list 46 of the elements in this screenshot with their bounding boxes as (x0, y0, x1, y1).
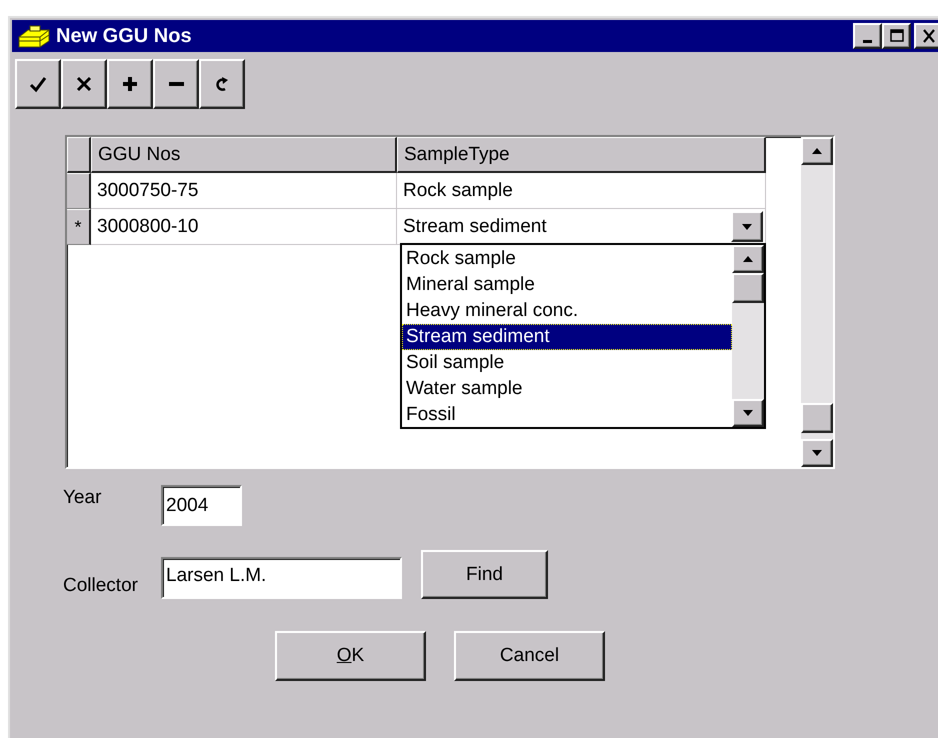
minus-button[interactable] (153, 59, 199, 109)
briefcase-icon (16, 23, 52, 49)
find-button[interactable]: Find (421, 550, 548, 599)
column-header[interactable]: SampleType (397, 137, 766, 173)
check-button[interactable] (15, 59, 61, 109)
table-cell: 3000800-10 (91, 209, 397, 245)
row-selector[interactable] (67, 173, 91, 209)
check-icon (28, 74, 48, 94)
dropdown-option[interactable]: Stream sediment (402, 324, 732, 350)
minimize-icon (863, 40, 872, 42)
dropdown-option[interactable]: Rock sample (402, 246, 732, 272)
close-icon (920, 28, 936, 44)
minus-icon (168, 82, 184, 86)
scroll-up-button[interactable] (801, 137, 833, 165)
column-header[interactable]: GGU Nos (91, 137, 397, 173)
plus-button[interactable] (107, 59, 153, 109)
combo-value: Stream sediment (403, 216, 547, 238)
cross-button[interactable] (61, 59, 107, 109)
close-button[interactable] (914, 23, 938, 49)
table-cell: 3000750-75 (91, 173, 397, 209)
row-selector[interactable]: * (67, 209, 91, 245)
dialog-button[interactable]: Cancel (454, 631, 605, 681)
dropdown-option[interactable]: Heavy mineral conc. (402, 298, 732, 324)
dropdown-option[interactable]: Soil sample (402, 350, 732, 376)
dropdown-option[interactable]: Mineral sample (402, 272, 732, 298)
window-title: New GGU Nos (56, 24, 193, 48)
input-field[interactable]: Larsen L.M. (161, 557, 402, 599)
close-icon (74, 74, 94, 94)
dropdown-option[interactable]: Fossil (402, 402, 732, 428)
scroll-down-button[interactable] (801, 439, 833, 467)
plus-icon (120, 74, 140, 94)
dropdown-button[interactable] (731, 211, 763, 242)
scroll-up-button[interactable] (732, 245, 764, 273)
input-field[interactable]: 2004 (161, 485, 242, 526)
field-label: Year (63, 486, 102, 509)
dropdown-option[interactable]: Water sample (402, 376, 732, 402)
field-label: Collector (63, 575, 139, 598)
dialog-button[interactable]: OK (275, 631, 426, 681)
maximize-icon (888, 28, 904, 44)
scrollbar-thumb[interactable] (801, 403, 833, 433)
scroll-down-button[interactable] (732, 399, 764, 427)
redo-button[interactable] (199, 59, 245, 109)
maximize-button[interactable] (882, 23, 911, 49)
table-cell: Rock sample (397, 173, 766, 209)
scrollbar-thumb[interactable] (732, 273, 764, 303)
minimize-button[interactable] (853, 23, 882, 49)
